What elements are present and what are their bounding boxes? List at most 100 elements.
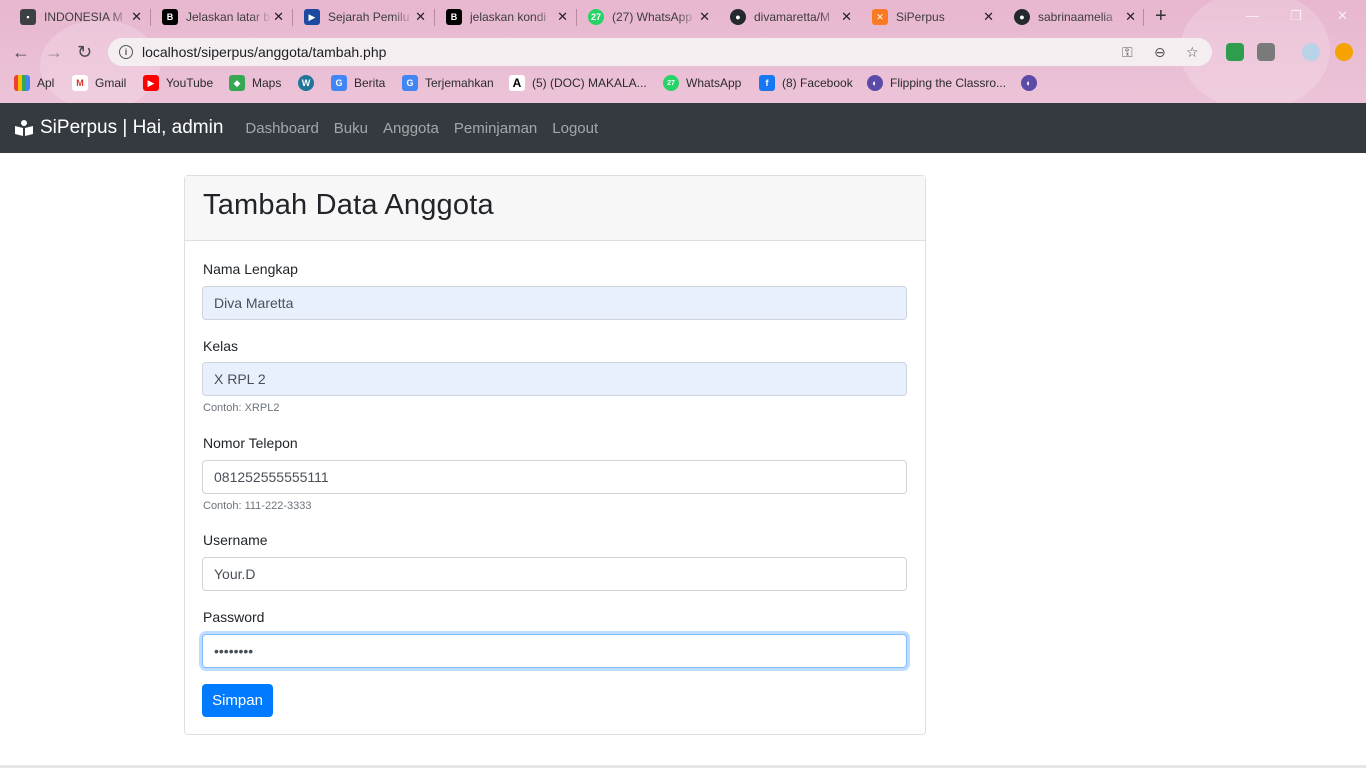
close-tab-icon[interactable]: ✕ (131, 9, 142, 25)
bookmark-label: Gmail (95, 76, 127, 90)
globe-icon: ◐ (867, 75, 883, 91)
browser-tab[interactable]: ● sabrinaamelia ✕ (994, 0, 1144, 34)
close-tab-icon[interactable]: ✕ (1125, 9, 1136, 25)
window-close-icon[interactable]: ✕ (1337, 8, 1348, 24)
close-tab-icon[interactable]: ✕ (415, 9, 426, 25)
play-icon: ▶ (304, 9, 320, 25)
bookmark-apps[interactable]: Apl (14, 75, 54, 91)
github-icon: ● (1014, 9, 1030, 25)
reload-icon[interactable]: ↻ (77, 42, 92, 62)
close-tab-icon[interactable]: ✕ (983, 9, 994, 25)
bookmark-label: WhatsApp (686, 76, 742, 90)
browser-tab[interactable]: B jelaskan kondi ✕ (426, 0, 576, 34)
address-url[interactable]: localhost/siperpus/anggota/tambah.php (142, 44, 386, 60)
bookmark-academia[interactable]: A (5) (DOC) MAKALA... (509, 75, 647, 91)
bookmark-label: Flipping the Classro... (890, 76, 1007, 90)
academia-icon: A (509, 75, 525, 91)
browser-toolbar: ← → ↻ i localhost/siperpus/anggota/tamba… (0, 34, 1366, 70)
close-tab-icon[interactable]: ✕ (699, 9, 710, 25)
tab-strip: ▪ INDONESIA M ✕ B Jelaskan latar b ✕ ▶ S… (0, 0, 1366, 34)
bookmark-maps[interactable]: ◆ Maps (229, 75, 281, 91)
gmail-icon: M (72, 75, 88, 91)
new-tab-icon[interactable]: + (1155, 6, 1167, 26)
bookmark-label: YouTube (166, 76, 214, 90)
kelas-input[interactable]: X RPL 2 (202, 362, 907, 396)
globe-icon: ◐ (1021, 75, 1037, 91)
update-alert-icon[interactable] (1335, 43, 1353, 61)
navbar-brand[interactable]: SiPerpus | Hai, admin (14, 117, 223, 139)
book-reader-icon (15, 120, 33, 136)
telp-input[interactable]: 081252555555111 (202, 460, 907, 494)
brand-text: SiPerpus | Hai, admin (40, 117, 224, 138)
nama-input[interactable]: Diva Maretta (202, 286, 907, 320)
address-bar[interactable]: i localhost/siperpus/anggota/tambah.php … (108, 38, 1212, 66)
bookmark-facebook[interactable]: f (8) Facebook (759, 75, 853, 91)
contact-icon: ▪ (20, 9, 36, 25)
password-label: Password (203, 609, 265, 625)
browser-tab-active[interactable]: ✕ SiPerpus ✕ (852, 0, 1002, 34)
youtube-icon: ▶ (143, 75, 159, 91)
bookmark-flipping-classroom[interactable]: ◐ Flipping the Classro... (867, 75, 1006, 91)
download-icon[interactable] (1257, 43, 1275, 61)
bookmark-extra[interactable]: ◐ (1021, 75, 1044, 91)
tab-title: jelaskan kondi (470, 10, 547, 24)
back-arrow-icon[interactable]: ← (12, 42, 30, 62)
password-input[interactable]: •••••••• (202, 634, 907, 668)
app-navbar: SiPerpus | Hai, admin Dashboard Buku Ang… (0, 103, 1366, 153)
bookmark-label: Berita (354, 76, 386, 90)
kelas-hint: Contoh: XRPL2 (203, 402, 280, 414)
browser-chrome: ▪ INDONESIA M ✕ B Jelaskan latar b ✕ ▶ S… (0, 0, 1366, 103)
bookmark-berita[interactable]: G Berita (331, 75, 385, 91)
tab-title: (27) WhatsApp (612, 10, 693, 24)
tab-title: sabrinaamelia (1038, 10, 1113, 24)
nav-buku[interactable]: Buku (334, 120, 368, 137)
zoom-icon[interactable]: ⊖ (1154, 44, 1166, 61)
browser-tab[interactable]: ● divamaretta/M ✕ (710, 0, 860, 34)
profile-avatar[interactable] (1302, 43, 1320, 61)
tab-title: Sejarah Pemilu (328, 10, 410, 24)
nama-label: Nama Lengkap (203, 261, 298, 277)
whatsapp-icon: 27 (588, 9, 604, 25)
close-tab-icon[interactable]: ✕ (273, 9, 284, 25)
bookmark-label: Terjemahkan (425, 76, 494, 90)
bookmark-gmail[interactable]: M Gmail (72, 75, 126, 91)
form-card: Tambah Data Anggota Nama Lengkap Diva Ma… (184, 175, 926, 735)
facebook-icon: f (759, 75, 775, 91)
nav-peminjaman[interactable]: Peminjaman (454, 120, 537, 137)
close-tab-icon[interactable]: ✕ (841, 9, 852, 25)
simpan-button[interactable]: Simpan (202, 684, 273, 717)
tab-title: divamaretta/M (754, 10, 831, 24)
bookmark-wordpress[interactable]: W (298, 75, 321, 91)
close-tab-icon[interactable]: ✕ (557, 9, 568, 25)
wordpress-icon: W (298, 75, 314, 91)
bookmark-label: Apl (37, 76, 55, 90)
maximize-icon[interactable]: ❐ (1290, 8, 1302, 24)
nav-dashboard[interactable]: Dashboard (245, 120, 318, 137)
github-icon: ● (730, 9, 746, 25)
browser-tab[interactable]: ▶ Sejarah Pemilu ✕ (284, 0, 434, 34)
username-input[interactable]: Your.D (202, 557, 907, 591)
browser-tab[interactable]: B Jelaskan latar b ✕ (142, 0, 292, 34)
card-header: Tambah Data Anggota (185, 176, 925, 241)
nav-logout[interactable]: Logout (552, 120, 598, 137)
nav-anggota[interactable]: Anggota (383, 120, 439, 137)
site-info-icon[interactable]: i (119, 45, 133, 59)
bookmark-youtube[interactable]: ▶ YouTube (143, 75, 213, 91)
minimize-icon[interactable]: — (1246, 8, 1259, 23)
key-icon[interactable]: ⚿ (1122, 44, 1133, 61)
tab-title: Jelaskan latar b (186, 10, 271, 24)
apps-grid-icon (14, 75, 30, 91)
bookmark-terjemahkan[interactable]: G Terjemahkan (402, 75, 494, 91)
translate-icon: G (402, 75, 418, 91)
page-title: Tambah Data Anggota (203, 189, 494, 221)
forward-arrow-icon[interactable]: → (45, 42, 63, 62)
tab-divider (1143, 9, 1144, 26)
bookmark-star-icon[interactable]: ☆ (1186, 44, 1199, 61)
kelas-label: Kelas (203, 338, 239, 354)
browser-tab[interactable]: 27 (27) WhatsApp ✕ (568, 0, 718, 34)
whatsapp-icon: 27 (663, 75, 679, 91)
classroom-extension-icon[interactable] (1226, 43, 1244, 61)
browser-tab[interactable]: ▪ INDONESIA M ✕ (0, 0, 150, 34)
bookmark-whatsapp[interactable]: 27 WhatsApp (663, 75, 741, 91)
brainly-icon: B (446, 9, 462, 25)
